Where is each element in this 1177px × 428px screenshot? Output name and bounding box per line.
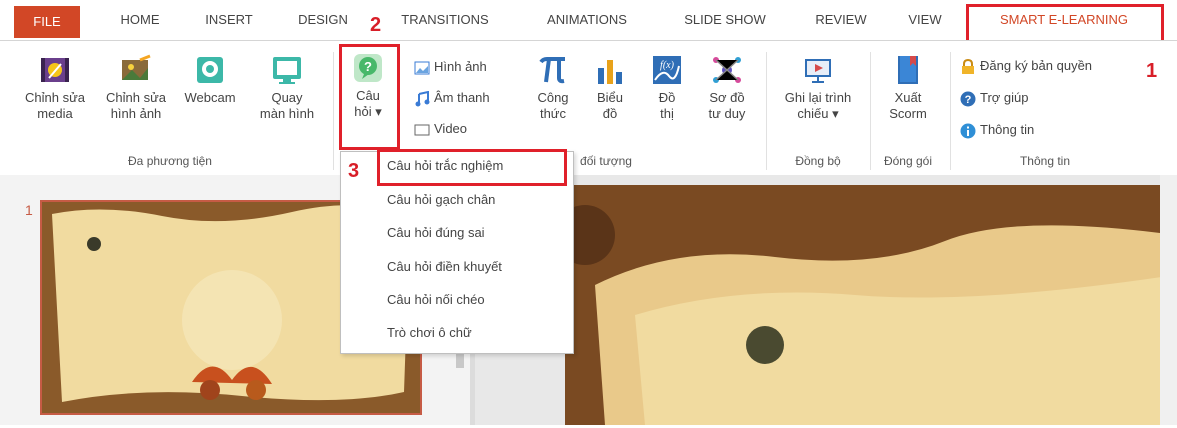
chart-label-1: Biểu: [596, 90, 624, 105]
svg-text:f(x): f(x): [660, 60, 675, 71]
graph-button[interactable]: f(x) Đồ thị: [646, 54, 688, 122]
record-presentation-label-1: Ghi lại trình: [784, 90, 852, 105]
video-icon: [414, 124, 430, 136]
formula-label-1: Công: [537, 90, 569, 105]
edit-media-label-1: Chỉnh sửa: [24, 90, 85, 105]
book-export-icon: [898, 56, 918, 84]
edit-image-button[interactable]: Chỉnh sửa hình ảnh: [96, 54, 176, 122]
license-button[interactable]: Đăng ký bản quyền: [960, 55, 1092, 77]
chevron-down-icon: ▾: [832, 106, 839, 121]
music-note-icon: [415, 90, 430, 107]
tab-view[interactable]: VIEW: [898, 8, 952, 32]
lock-icon: [962, 58, 974, 74]
group-label-sync: Đồng bộ: [795, 154, 841, 168]
tab-design[interactable]: DESIGN: [290, 8, 356, 32]
graph-label-2: thị: [660, 106, 674, 121]
menu-item-true-false[interactable]: Câu hỏi đúng sai: [387, 220, 485, 246]
callout-2: 2: [370, 14, 382, 36]
film-edit-icon: [41, 58, 69, 82]
webcam-icon: [197, 57, 223, 83]
image-label: Hình ảnh: [434, 59, 487, 74]
highlight-box-question: [339, 44, 400, 150]
presentation-record-icon: [805, 59, 831, 83]
image-icon: [414, 61, 430, 75]
edit-media-label-2: media: [37, 106, 73, 121]
tab-animations[interactable]: ANIMATIONS: [528, 8, 646, 32]
mindmap-button[interactable]: Sơ đồ tư duy: [696, 54, 758, 122]
menu-item-underline-question[interactable]: Câu hỏi gạch chân: [387, 187, 495, 213]
audio-button[interactable]: Âm thanh: [414, 87, 490, 109]
bar-chart-icon: [598, 60, 622, 84]
tab-review[interactable]: REVIEW: [806, 8, 876, 32]
slide-editor-pane: [475, 175, 1177, 425]
formula-button[interactable]: Công thức: [528, 54, 578, 122]
edit-image-label-2: hình ảnh: [110, 106, 162, 121]
tab-home[interactable]: HOME: [108, 8, 172, 32]
tab-slide-show[interactable]: SLIDE SHOW: [670, 8, 780, 32]
edit-media-button[interactable]: Chỉnh sửa media: [14, 54, 96, 122]
export-scorm-button[interactable]: Xuất Scorm: [874, 54, 942, 122]
monitor-icon: [273, 57, 301, 84]
highlight-box-tab: [966, 4, 1164, 44]
help-icon: ?: [960, 91, 976, 107]
video-label: Video: [434, 121, 468, 136]
group-label-pack: Đóng gói: [883, 154, 933, 168]
mindmap-icon: [713, 57, 741, 83]
menu-item-fill-blank[interactable]: Câu hỏi điền khuyết: [387, 254, 502, 280]
help-button[interactable]: ? Trợ giúp: [960, 87, 1029, 109]
license-label: Đăng ký bản quyền: [980, 58, 1093, 73]
mindmap-label-2: tư duy: [708, 106, 746, 121]
group-label-objects: đối tượng: [580, 154, 632, 168]
tab-file[interactable]: FILE: [14, 6, 80, 38]
webcam-label: Webcam: [184, 90, 236, 105]
slide-canvas-image: [555, 185, 1177, 425]
export-scorm-label-1: Xuất: [894, 90, 922, 105]
about-button[interactable]: Thông tin: [960, 119, 1034, 141]
record-presentation-button[interactable]: Ghi lại trình chiếu ▾: [772, 54, 864, 122]
image-button[interactable]: Hình ảnh: [414, 56, 487, 78]
graph-label-1: Đồ: [658, 90, 676, 105]
menu-item-crossword[interactable]: Trò chơi ô chữ: [387, 320, 472, 346]
tab-insert[interactable]: INSERT: [194, 8, 264, 32]
info-icon: [960, 123, 976, 139]
mindmap-label-1: Sơ đồ: [709, 90, 745, 105]
group-separator: [870, 52, 871, 170]
record-label-2: màn hình: [259, 106, 315, 121]
function-graph-icon: f(x): [653, 56, 681, 84]
editor-scrollbar[interactable]: [1160, 175, 1177, 425]
edit-image-label-1: Chỉnh sửa: [105, 90, 166, 105]
webcam-button[interactable]: Webcam: [176, 54, 244, 106]
group-separator: [766, 52, 767, 170]
record-screen-button[interactable]: Quay màn hình: [248, 54, 326, 122]
video-button[interactable]: Video: [414, 118, 467, 140]
callout-3: 3: [348, 160, 360, 182]
group-label-media: Đa phương tiện: [128, 154, 212, 168]
chart-button[interactable]: Biểu đồ: [588, 54, 632, 122]
menu-item-matching[interactable]: Câu hỏi nối chéo: [387, 287, 485, 313]
record-presentation-label-2: chiếu: [797, 106, 829, 121]
audio-label: Âm thanh: [434, 90, 490, 105]
pi-icon: [539, 57, 565, 84]
slide-number: 1: [25, 202, 33, 218]
export-scorm-label-2: Scorm: [889, 106, 927, 121]
formula-label-2: thức: [539, 106, 567, 121]
help-label: Trợ giúp: [980, 90, 1029, 105]
highlight-box-menu-item: [377, 149, 567, 186]
chart-label-2: đồ: [602, 106, 618, 121]
group-label-info: Thông tin: [1019, 154, 1071, 168]
svg-text:?: ?: [965, 94, 972, 106]
group-separator: [950, 52, 951, 170]
image-edit-icon: [122, 54, 151, 80]
group-separator: [333, 52, 334, 170]
callout-1: 1: [1146, 60, 1158, 82]
about-label: Thông tin: [980, 122, 1035, 137]
tab-transitions[interactable]: TRANSITIONS: [388, 8, 502, 32]
record-label-1: Quay: [271, 90, 303, 105]
